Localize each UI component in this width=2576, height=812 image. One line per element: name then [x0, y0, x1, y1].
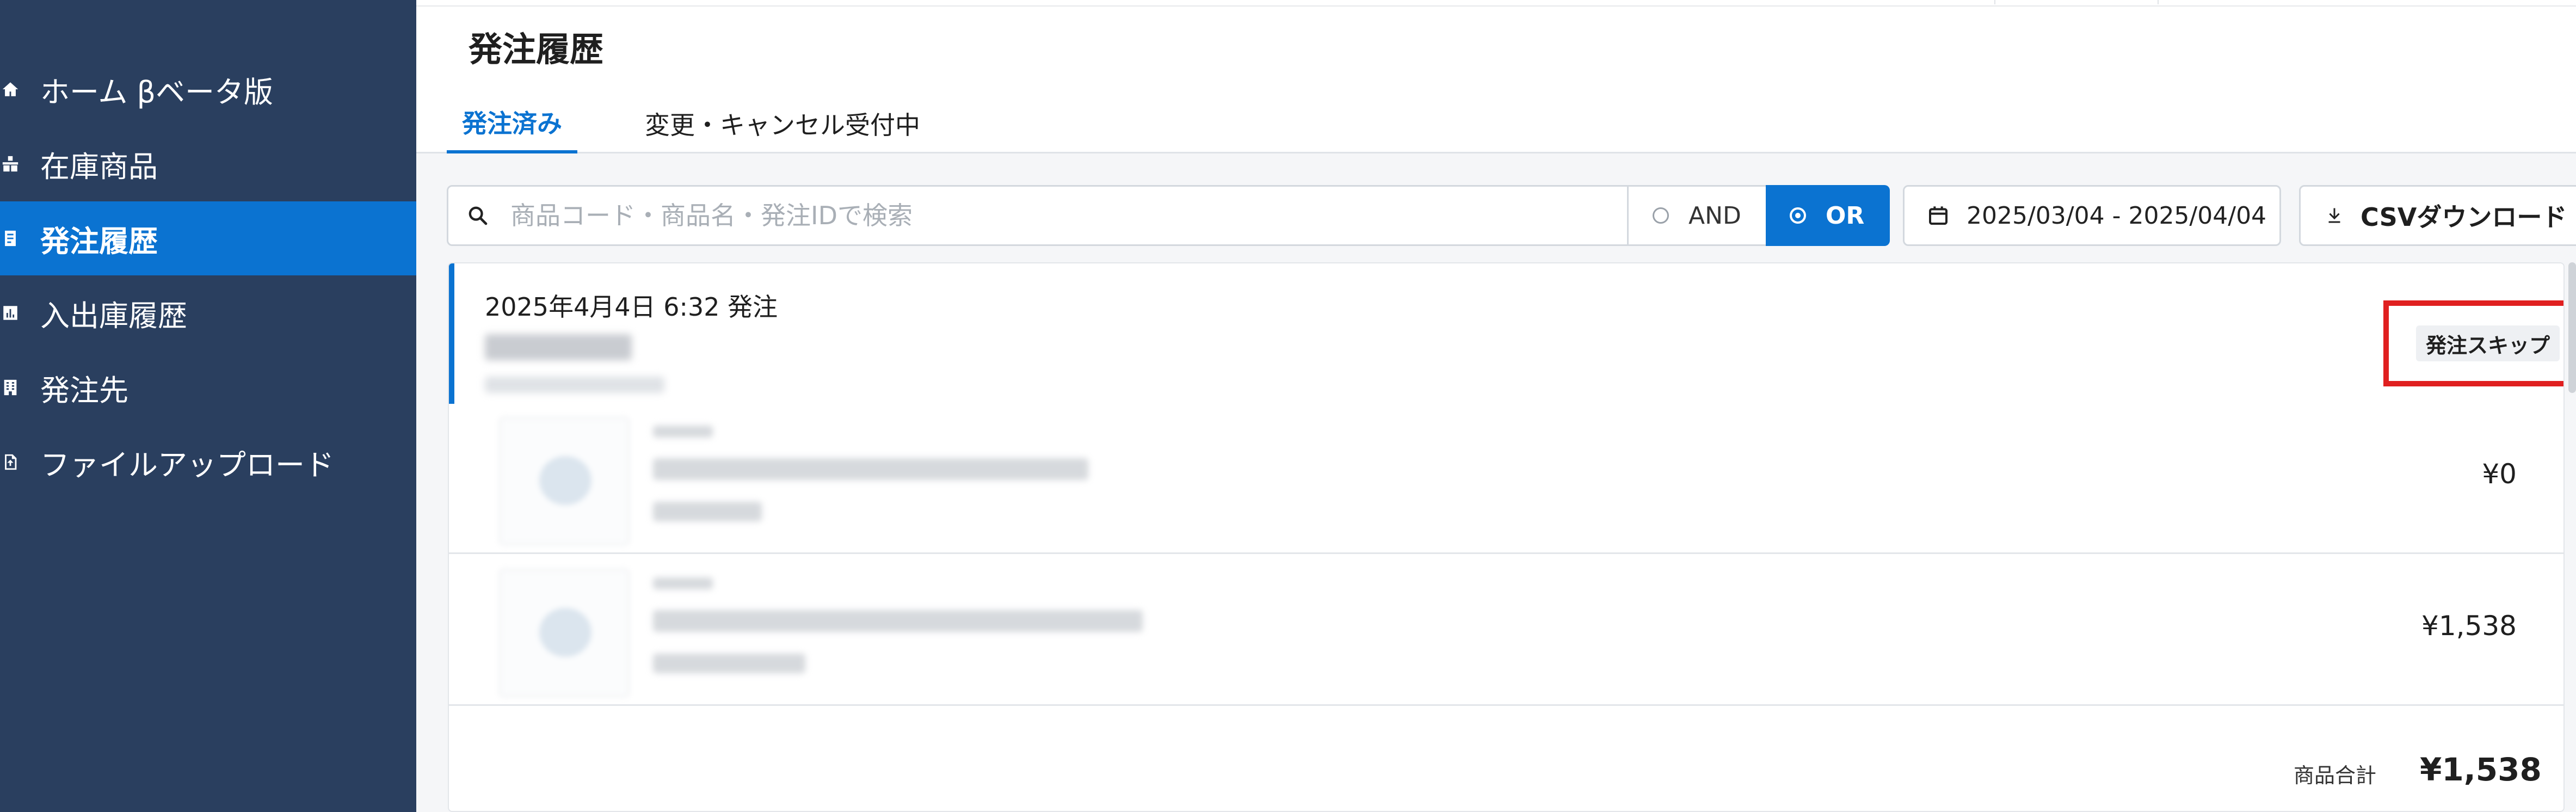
card-accent-bar	[449, 263, 454, 404]
search-input[interactable]	[510, 201, 1626, 230]
csv-download-button[interactable]: CSVダウンロード	[2299, 185, 2576, 246]
and-label: AND	[1688, 201, 1741, 230]
tab-change-cancel[interactable]: 変更・キャンセル受付中	[645, 94, 920, 153]
sidebar-item-stock-history[interactable]: 入出庫履歴	[0, 276, 416, 350]
order-card[interactable]: 2025年4月4日 6:32 発注 発注スキップ ¥0 ¥1,538 商品合計 …	[448, 262, 2565, 812]
file-upload-icon	[1, 453, 20, 471]
product-name-redacted	[653, 610, 1143, 632]
page-header: 発注履歴 発注済み 変更・キャンセル受付中	[416, 7, 2576, 153]
csv-download-label: CSVダウンロード	[2361, 202, 2567, 232]
supplier-name-redacted	[485, 334, 632, 360]
sidebar-item-order-history[interactable]: 発注履歴	[0, 201, 416, 275]
download-icon	[2328, 208, 2340, 223]
order-item-row[interactable]: ¥1,538	[449, 556, 2563, 706]
sidebar-item-label: 発注先	[40, 373, 128, 408]
sidebar-item-label: 発注履歴	[40, 224, 158, 259]
scrollbar[interactable]	[2568, 262, 2576, 393]
search-icon	[469, 206, 488, 225]
home-icon	[1, 80, 20, 99]
or-option[interactable]: OR	[1766, 185, 1890, 246]
page-title: 発注履歴	[469, 29, 604, 69]
item-price: ¥0	[2482, 458, 2517, 490]
order-history-icon	[1, 229, 20, 248]
product-code-redacted	[653, 577, 713, 589]
total-label: 商品合計	[2294, 764, 2377, 788]
order-item-row[interactable]: ¥0	[449, 404, 2563, 554]
search-box	[447, 185, 1655, 246]
sidebar-item-inventory[interactable]: 在庫商品	[0, 127, 416, 201]
highlight-box: 発注スキップ	[2383, 300, 2563, 386]
total-value: ¥1,538	[2420, 751, 2542, 788]
inventory-icon	[1, 155, 20, 173]
sidebar-item-label: ファイルアップロード	[40, 447, 334, 482]
sidebar-item-label: 入出庫履歴	[40, 298, 187, 333]
sidebar: ホーム βベータ版 在庫商品 発注履歴 入出庫履歴 発注先 ファイルアップロード	[0, 0, 416, 812]
sidebar-item-label: ホーム βベータ版	[40, 75, 274, 109]
or-label: OR	[1826, 201, 1865, 230]
sidebar-item-home[interactable]: ホーム βベータ版	[0, 52, 416, 126]
product-spec-redacted	[653, 502, 762, 521]
top-divider	[1994, 0, 1995, 4]
top-strip	[416, 0, 2576, 7]
main-content: 発注履歴 発注済み 変更・キャンセル受付中 AND OR 2025/03/04 …	[416, 7, 2576, 812]
product-code-redacted	[653, 426, 713, 438]
tab-ordered[interactable]: 発注済み	[447, 94, 577, 153]
order-date: 2025年4月4日 6:32 発注	[485, 292, 778, 322]
product-thumbnail	[499, 569, 630, 697]
date-range-label: 2025/03/04 - 2025/04/04	[1967, 201, 2267, 230]
building-icon	[1, 378, 20, 397]
sidebar-item-file-upload[interactable]: ファイルアップロード	[0, 425, 416, 499]
top-divider	[2158, 0, 2159, 4]
chart-icon	[1, 304, 20, 322]
radio-unchecked-icon	[1653, 207, 1669, 224]
calendar-icon	[1929, 206, 1948, 225]
item-price: ¥1,538	[2421, 610, 2517, 642]
product-spec-redacted	[653, 654, 805, 673]
supplier-sub-redacted	[485, 377, 664, 393]
sidebar-item-suppliers[interactable]: 発注先	[0, 350, 416, 425]
status-badge: 発注スキップ	[2416, 325, 2560, 361]
product-name-redacted	[653, 458, 1088, 480]
date-range-button[interactable]: 2025/03/04 - 2025/04/04	[1903, 185, 2281, 246]
sidebar-item-label: 在庫商品	[40, 149, 158, 184]
and-option[interactable]: AND	[1627, 185, 1768, 246]
radio-checked-icon	[1790, 207, 1806, 224]
product-thumbnail	[499, 417, 630, 545]
